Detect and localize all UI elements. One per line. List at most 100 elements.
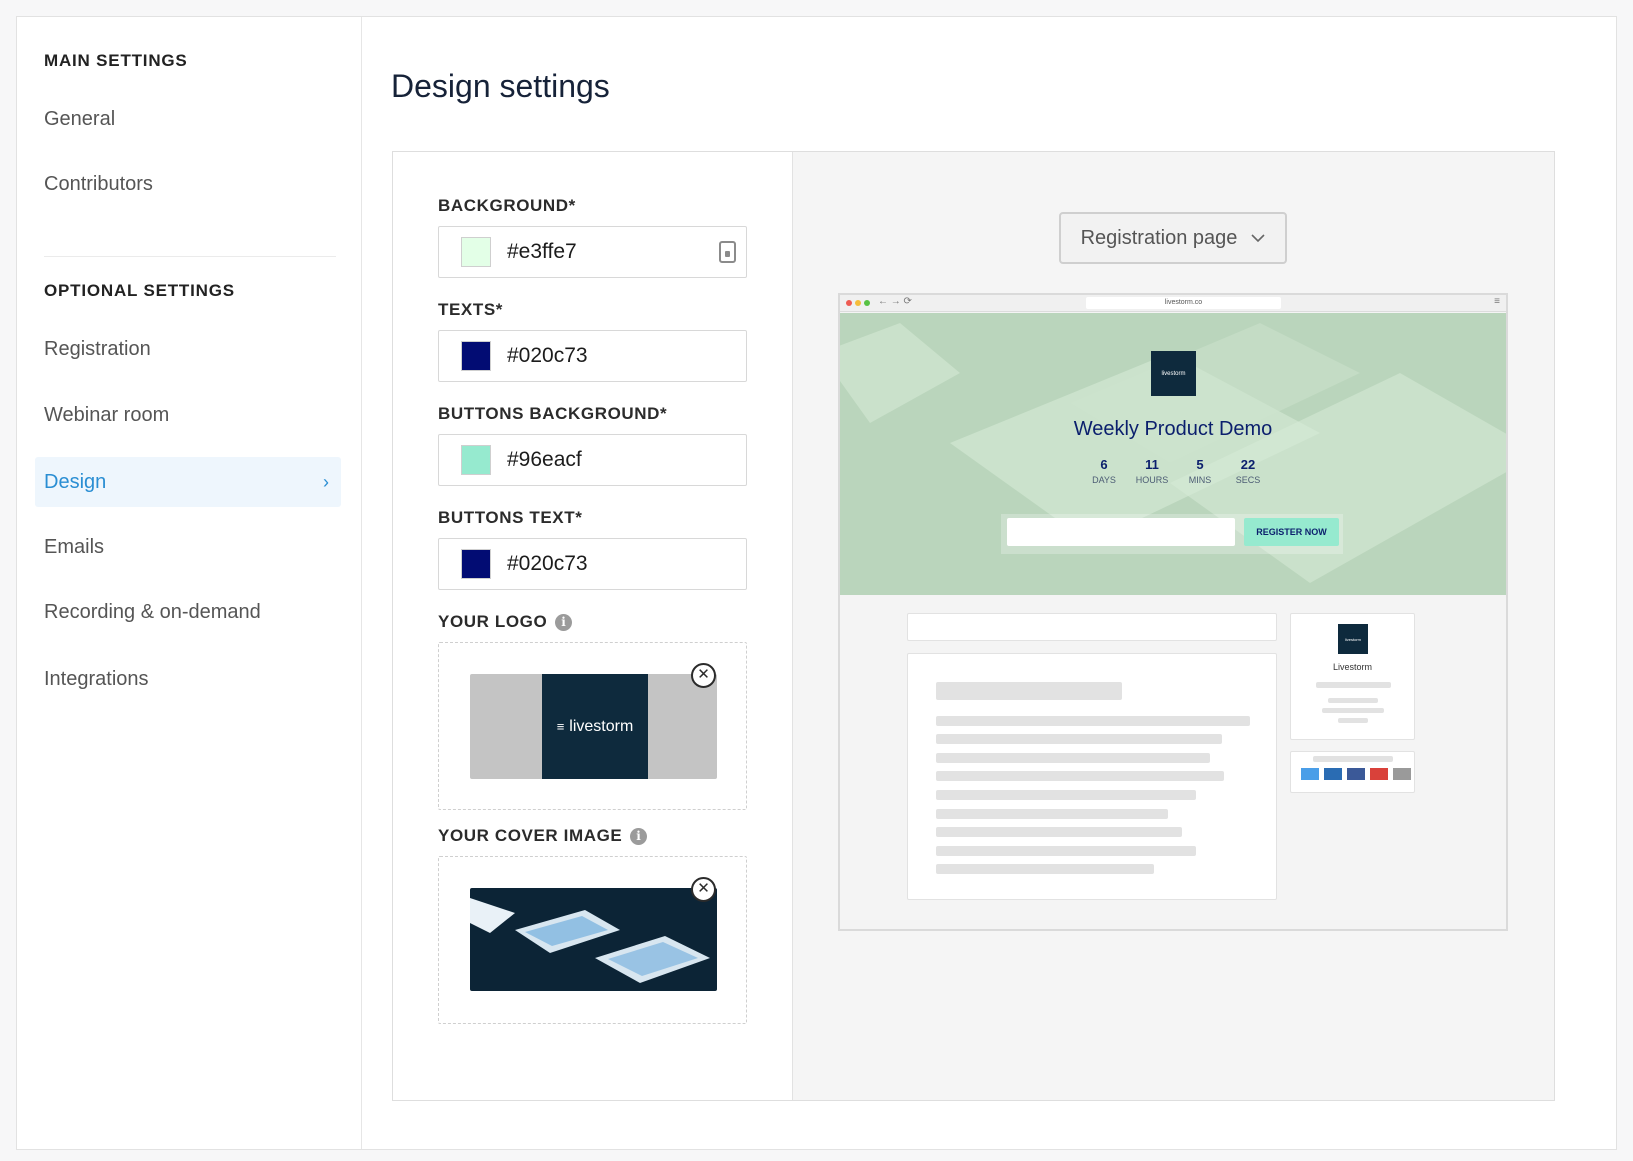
buttons-background-label: BUTTONS BACKGROUND* (438, 404, 667, 424)
background-value: #e3ffe7 (507, 240, 577, 263)
remove-cover-button[interactable]: ✕ (691, 877, 716, 902)
hero-logo: livestorm (1151, 351, 1196, 396)
settings-frame: MAIN SETTINGS General Contributors OPTIO… (16, 16, 1617, 1150)
sidebar-item-webinar-room[interactable]: Webinar room (35, 390, 341, 440)
logo-text: livestorm (569, 717, 634, 735)
twitter-icon (1301, 768, 1319, 780)
texts-color-input[interactable]: #020c73 (438, 330, 747, 382)
hero-logo-text: livestorm (1161, 370, 1186, 377)
sidebar-item-general[interactable]: General (35, 94, 341, 144)
buttons-text-color-input[interactable]: #020c73 (438, 538, 747, 590)
skeleton-line (936, 682, 1122, 700)
countdown-value: 11 (1145, 457, 1159, 472)
organizer-logo: livestorm (1338, 624, 1368, 654)
countdown-value: 5 (1196, 457, 1204, 472)
register-now-button: REGISTER NOW (1244, 518, 1339, 546)
chevron-down-icon (1251, 233, 1265, 242)
share-card (1290, 751, 1415, 793)
countdown-secs: 22 SECS (1224, 457, 1272, 485)
buttons-background-color-input[interactable]: #96eacf (438, 434, 747, 486)
info-icon[interactable]: i (630, 827, 648, 845)
remove-logo-button[interactable]: ✕ (691, 663, 716, 688)
design-preview: Registration page ← → ⟳ livestorm.co ≡ l… (793, 152, 1554, 1100)
countdown-value: 22 (1240, 457, 1256, 472)
design-card: BACKGROUND* #e3ffe7 TEXTS* #020c73 BUTTO… (392, 151, 1555, 1101)
buttons-background-value: #96eacf (507, 448, 582, 471)
skeleton-line (1338, 718, 1368, 723)
skeleton-line (936, 734, 1222, 744)
sidebar-divider (44, 256, 336, 257)
livestorm-logo: ≡ livestorm (542, 674, 648, 779)
event-title: Weekly Product Demo (1073, 418, 1273, 440)
url-bar: livestorm.co (1086, 297, 1281, 309)
sidebar-item-integrations[interactable]: Integrations (35, 654, 341, 704)
optional-settings-heading: OPTIONAL SETTINGS (44, 281, 235, 300)
close-dot-icon (846, 300, 852, 306)
facebook-icon (1347, 768, 1365, 780)
cover-label-text: YOUR COVER IMAGE (438, 826, 623, 845)
skeleton-description (907, 653, 1277, 900)
organizer-card: livestorm Livestorm (1290, 613, 1415, 740)
organizer-logo-text: livestorm (1344, 636, 1361, 642)
cover-upload-zone[interactable]: ✕ (438, 856, 747, 1024)
countdown-unit: HOURS (1135, 475, 1169, 485)
texts-swatch[interactable] (461, 341, 491, 371)
sidebar-item-emails[interactable]: Emails (35, 522, 341, 572)
buttons-background-label-text: BUTTONS BACKGROUND* (438, 404, 668, 423)
menu-icon: ≡ (1494, 296, 1500, 307)
sidebar-item-recording[interactable]: Recording & on-demand (35, 587, 341, 637)
texts-value: #020c73 (507, 344, 588, 367)
menu-lines-icon: ≡ (556, 719, 565, 734)
email-field (1007, 518, 1235, 546)
sidebar-item-contributors[interactable]: Contributors (35, 159, 341, 209)
google-icon (1370, 768, 1388, 780)
cover-label: YOUR COVER IMAGE i (438, 826, 648, 846)
countdown-days: 6 DAYS (1080, 457, 1128, 485)
hero-section: livestorm Weekly Product Demo 6 DAYS 11 HO… (840, 313, 1506, 595)
browser-toolbar: ← → ⟳ livestorm.co ≡ (840, 295, 1506, 312)
buttons-text-label-text: BUTTONS TEXT* (438, 508, 583, 527)
maximize-dot-icon (864, 300, 870, 306)
skeleton-line (1328, 698, 1378, 703)
background-color-input[interactable]: #e3ffe7 (438, 226, 747, 278)
skeleton-line (936, 790, 1196, 800)
cover-image-art (470, 898, 710, 983)
sidebar: MAIN SETTINGS General Contributors OPTIO… (17, 17, 362, 1149)
skeleton-line (1316, 682, 1391, 688)
skeleton-line (936, 864, 1154, 874)
linkedin-icon (1324, 768, 1342, 780)
countdown-mins: 5 MINS (1176, 457, 1224, 485)
organizer-name: Livestorm (1332, 662, 1372, 672)
countdown-unit: SECS (1235, 475, 1261, 485)
url-text: livestorm.co (1164, 299, 1203, 306)
countdown-value: 6 (1100, 457, 1108, 472)
countdown-unit: DAYS (1092, 475, 1116, 485)
nav-arrows-icon: ← → ⟳ (878, 296, 912, 307)
main-settings-heading: MAIN SETTINGS (44, 51, 188, 70)
info-icon[interactable]: i (555, 613, 573, 631)
logo-label-text: YOUR LOGO (438, 612, 548, 631)
buttons-text-swatch[interactable] (461, 549, 491, 579)
page-title: Design settings (391, 68, 610, 104)
chevron-right-icon: › (323, 472, 329, 492)
email-icon (1393, 768, 1411, 780)
skeleton-line (1322, 708, 1384, 713)
browser-mockup: ← → ⟳ livestorm.co ≡ livestorm Weekly Pr… (838, 293, 1508, 931)
logo-label: YOUR LOGO i (438, 612, 573, 632)
cover-preview (470, 888, 717, 991)
background-swatch[interactable] (461, 237, 491, 267)
logo-upload-zone[interactable]: ≡ livestorm ✕ (438, 642, 747, 810)
buttons-text-label: BUTTONS TEXT* (438, 508, 582, 528)
sidebar-item-label: Design (44, 471, 107, 493)
skeleton-line (1313, 756, 1393, 762)
buttons-background-swatch[interactable] (461, 445, 491, 475)
skeleton-line (936, 846, 1196, 856)
color-picker-icon[interactable] (719, 241, 736, 263)
skeleton-line (936, 716, 1250, 726)
sidebar-item-registration[interactable]: Registration (35, 324, 341, 374)
countdown-unit: MINS (1188, 475, 1212, 485)
background-label-text: BACKGROUND* (438, 196, 576, 215)
page-select-dropdown[interactable]: Registration page (1059, 212, 1287, 264)
sidebar-item-design[interactable]: Design › (35, 457, 341, 507)
skeleton-line (936, 771, 1224, 781)
